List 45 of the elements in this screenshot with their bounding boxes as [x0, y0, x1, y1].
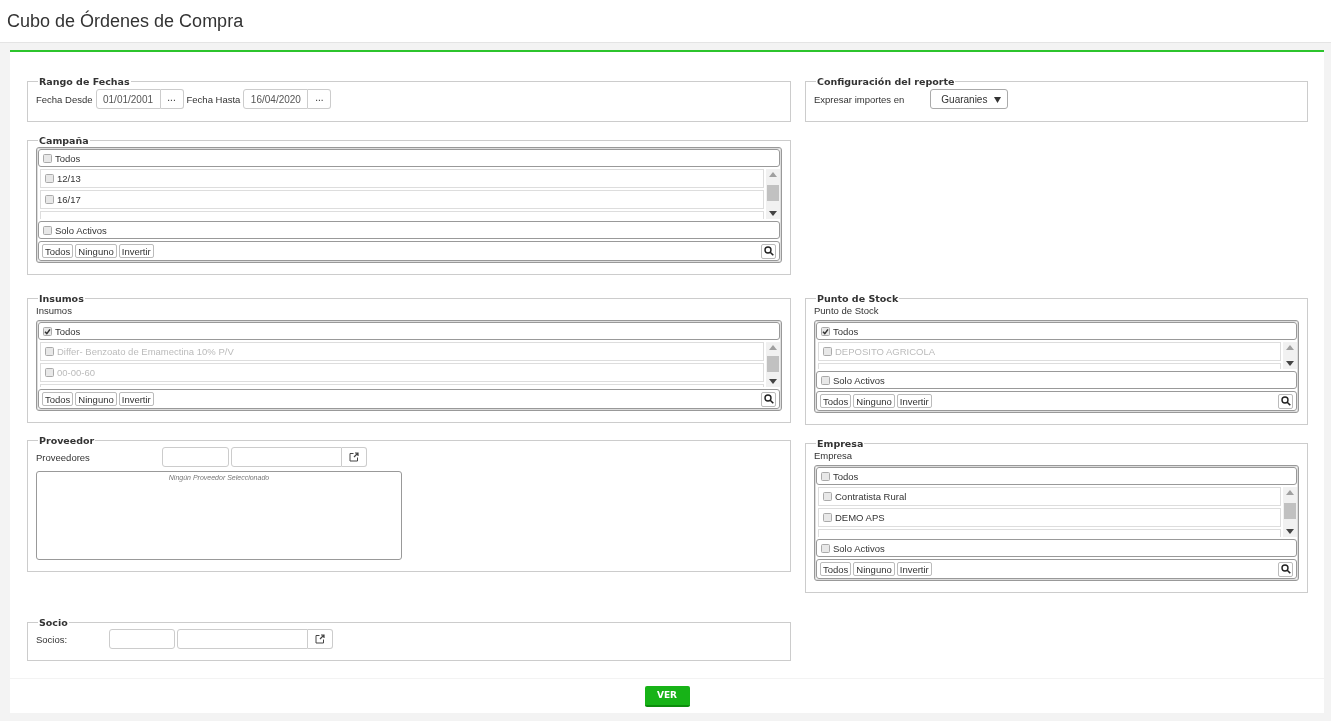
field-label: Insumos [36, 305, 73, 316]
section-legend: Configuración del reporte [816, 76, 956, 87]
checkbox-row[interactable]: Solo Activos [816, 539, 1297, 557]
section-legend: Campaña [38, 135, 90, 146]
select-button[interactable]: Invertir [118, 392, 154, 406]
field-label: Proveedores [36, 451, 91, 463]
select-button[interactable]: Invertir [118, 244, 154, 258]
field-label: Empresa [814, 450, 853, 461]
field-label: Expresar importes en [814, 93, 905, 105]
list-item[interactable]: Todos [816, 467, 1297, 485]
section-legend: Proveedor [38, 435, 96, 446]
list-item[interactable]: 16/17 [40, 190, 764, 209]
list-item[interactable]: Todos [38, 149, 780, 167]
select-button[interactable]: Ninguno [75, 244, 117, 258]
field-label: Punto de Stock [814, 305, 880, 316]
select-button[interactable]: Todos [820, 394, 852, 408]
section-legend: Empresa [816, 438, 865, 449]
currency-select[interactable]: Guaranies [930, 89, 1009, 109]
date-picker-button[interactable]: ... [160, 89, 184, 109]
field-label: Fecha Desde [36, 93, 93, 105]
date-picker-button[interactable]: ... [308, 89, 332, 109]
checkbox-row[interactable]: Solo Activos [38, 221, 780, 239]
field-label: Fecha Hasta [186, 93, 241, 105]
field-label: Socios: [36, 633, 69, 645]
list-item[interactable]: Contratista Rural [818, 487, 1281, 506]
section-legend: Rango de Fechas [38, 76, 131, 87]
section-legend: Insumos [38, 293, 85, 304]
date-field[interactable]: 16/04/2020 [243, 89, 309, 109]
select-button[interactable]: Todos [820, 562, 852, 576]
select-button[interactable]: Invertir [896, 394, 932, 408]
list-item[interactable]: Todos [38, 322, 780, 340]
checkbox-row[interactable]: Solo Activos [816, 371, 1297, 389]
select-button[interactable]: Ninguno [853, 394, 895, 408]
select-button[interactable]: Todos [42, 392, 74, 406]
section-legend: Punto de Stock [816, 293, 900, 304]
list-item[interactable]: Todos [816, 322, 1297, 340]
select-button[interactable]: Ninguno [853, 562, 895, 576]
list-item[interactable]: DEMO APS [818, 508, 1281, 527]
select-button[interactable]: Invertir [896, 562, 932, 576]
select-button[interactable]: Todos [42, 244, 74, 258]
date-field[interactable]: 01/01/2001 [95, 89, 161, 109]
list-item[interactable]: 12/13 [40, 169, 764, 188]
section-legend: Socio [38, 617, 69, 628]
select-button[interactable]: Ninguno [75, 392, 117, 406]
page-title: Cubo de Órdenes de Compra [7, 10, 244, 32]
